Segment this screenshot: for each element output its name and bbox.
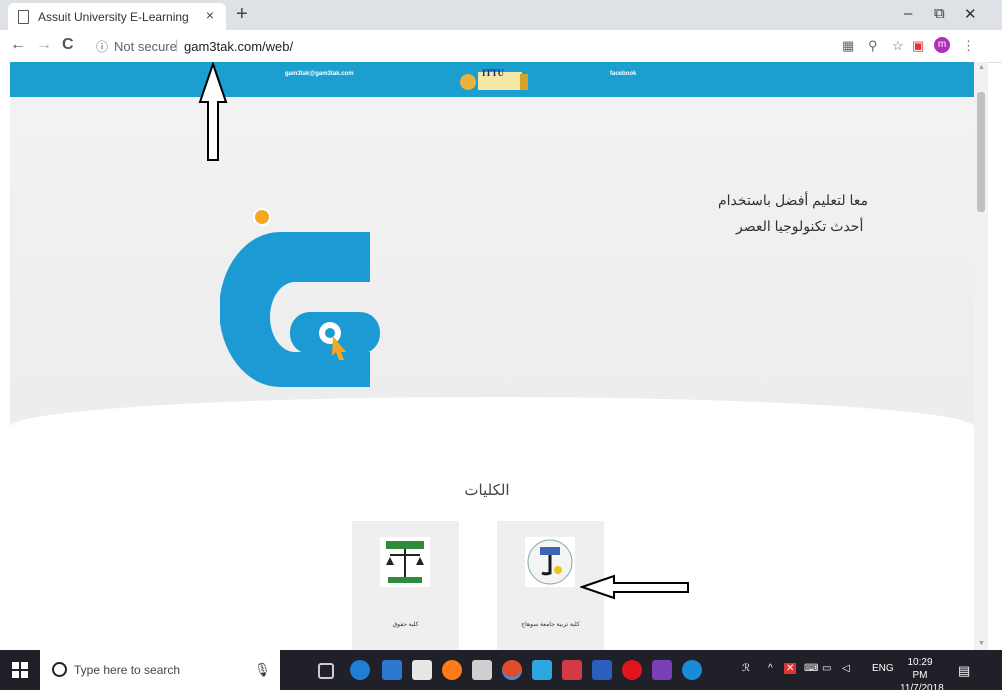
contact-email-link[interactable]: gam3tak@gam3tak.com [285,71,354,77]
page-icon [18,10,29,24]
url-text[interactable]: gam3tak.com/web/ [184,39,293,54]
firefox-icon[interactable] [442,660,462,680]
law-college-logo [380,537,430,587]
tab-strip: Assuit University E-Learning × + – ⧉ ✕ [0,0,1002,30]
restore-button[interactable]: ⧉ [934,5,945,22]
edge-icon[interactable] [350,660,370,680]
page-viewport: gam3tak@gam3tak.com ITTU facebook معا لت… [0,62,974,650]
tab-title: Assuit University E-Learning [38,10,189,24]
education-college-logo [525,537,575,587]
e-learning-logo-icon [220,208,380,387]
education-seal-icon [527,539,573,585]
bookmark-star-icon[interactable]: ☆ [892,38,904,54]
college-card[interactable]: كلية حقوق [352,521,459,650]
language-indicator[interactable]: ENG [872,663,894,674]
site-header: gam3tak@gam3tak.com ITTU facebook [10,62,974,97]
visual-studio-icon[interactable] [652,660,672,680]
address-bar[interactable]: ⓘ Not secure | gam3tak.com/web/ [90,34,820,58]
scales-of-justice-icon [386,541,424,583]
colleges-heading: الكليات [464,482,510,499]
zoom-icon[interactable]: ⚲ [868,38,878,54]
store-icon[interactable] [412,660,432,680]
hero-tagline-line1: معا لتعليم أفضل باستخدام [718,192,868,208]
logo-text: ITTU [482,68,505,78]
chrome-icon[interactable] [502,660,522,680]
keyboard-icon[interactable]: ⌨ [804,663,818,674]
windows-taskbar: Type here to search 🎙 ℛ ^ ✕ ⌨ ▭ ◁ ENG 10… [0,650,1002,694]
profile-avatar[interactable]: m [934,37,950,53]
tab-close-icon[interactable]: × [206,7,214,23]
new-tab-button[interactable]: + [236,3,248,26]
back-button[interactable]: ← [10,36,26,54]
info-icon[interactable]: ⓘ [96,38,108,55]
clock-time: 10:29 PM [907,657,933,681]
mail-icon[interactable] [532,660,552,680]
minimize-button[interactable]: – [904,5,912,22]
translate-icon[interactable]: ▦ [842,38,854,54]
internet-explorer-icon[interactable] [682,660,702,680]
not-secure-label: Not secure [114,39,177,54]
notifications-icon[interactable]: ▤ [958,663,970,679]
menu-icon[interactable]: ⋮ [962,38,975,54]
search-placeholder: Type here to search [74,663,181,677]
clock-date: 11/7/2018 [900,683,944,694]
browser-tab[interactable]: Assuit University E-Learning × [8,3,226,30]
up-arrow-annotation-icon [198,62,228,161]
extension-icon[interactable]: ▣ [912,38,924,54]
college-name: كلية حقوق [392,622,419,628]
browser-toolbar: ← → C ⓘ Not secure | gam3tak.com/web/ ▦ … [0,30,1002,63]
page-scrollbar[interactable]: ▲ ▼ [974,62,988,650]
acrobat-icon[interactable] [562,660,582,680]
forward-button[interactable]: → [36,36,52,54]
reload-button[interactable]: C [62,36,74,54]
scroll-up-icon[interactable]: ▲ [978,64,985,71]
hero-section: معا لتعليم أفضل باستخدام أحدث تكنولوجيا … [10,97,974,467]
scroll-down-icon[interactable]: ▼ [978,640,985,647]
hero-bottom-curve [10,397,974,467]
volume-icon[interactable]: ◁ [842,663,850,674]
tray-chevron-icon[interactable]: ^ [768,663,773,674]
word-icon[interactable] [592,660,612,680]
scroll-thumb[interactable] [977,92,985,212]
url-separator: | [175,37,179,52]
people-icon[interactable]: ℛ [742,663,750,674]
college-name: كلية تربية جامعة سوهاج [521,622,580,628]
file-explorer-icon[interactable] [382,660,402,680]
taskbar-search-box[interactable]: Type here to search 🎙 [40,650,280,690]
antivirus-icon[interactable]: ✕ [784,663,797,674]
close-window-button[interactable]: ✕ [964,5,977,23]
opera-icon[interactable] [622,660,642,680]
network-icon[interactable]: ▭ [822,663,831,674]
site-logo[interactable]: ITTU [456,68,530,92]
hero-tagline-line2: أحدث تكنولوجيا العصر [736,218,864,234]
windows-start-icon[interactable] [12,662,28,678]
task-view-icon[interactable] [318,663,334,679]
left-arrow-annotation-icon [580,574,689,600]
facebook-link[interactable]: facebook [610,71,636,77]
microphone-icon[interactable]: 🎙 [254,662,271,678]
cortana-icon [52,662,67,677]
taskbar-clock[interactable]: 10:29 PM 11/7/2018 [900,656,944,695]
calculator-icon[interactable] [472,660,492,680]
